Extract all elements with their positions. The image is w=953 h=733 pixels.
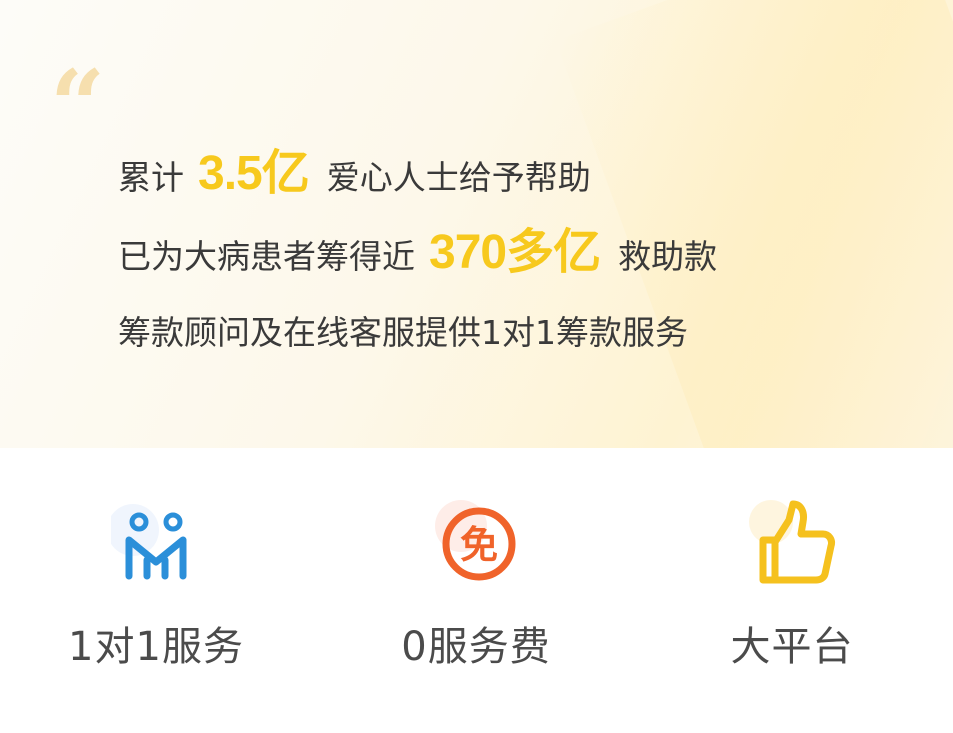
stat-line-service: 筹款顾问及在线客服提供1对1筹款服务 — [118, 306, 688, 354]
feature-zero-fee: 免 0服务费 — [356, 496, 596, 672]
people-icon — [111, 496, 201, 586]
stat-prefix: 已为大病患者筹得近 — [118, 237, 415, 276]
feature-label: 1对1服务 — [68, 624, 244, 670]
stat-highlight-supporters: 3.5亿 — [198, 147, 310, 200]
stat-highlight-funds: 370多亿 — [429, 226, 601, 279]
stat-prefix: 累计 — [118, 158, 184, 197]
promo-card: “ 累计 3.5亿 爱心人士给予帮助 已为大病患者筹得近 370多亿 救助款 筹… — [0, 0, 953, 733]
stat-suffix: 救助款 — [618, 237, 718, 276]
service-text: 筹款顾问及在线客服提供1对1筹款服务 — [118, 313, 688, 352]
thumbs-up-icon — [747, 496, 837, 586]
feature-one-on-one: 1对1服务 — [36, 496, 276, 672]
stat-line-funds: 已为大病患者筹得近 370多亿 救助款 — [118, 212, 717, 282]
feature-big-platform: 大平台 — [672, 496, 912, 672]
feature-label: 大平台 — [730, 624, 854, 670]
free-icon: 免 — [431, 496, 521, 586]
features-panel: 1对1服务 免 0服务费 大平台 — [0, 448, 953, 733]
free-glyph: 免 — [460, 523, 498, 567]
stat-suffix: 爱心人士给予帮助 — [326, 158, 591, 197]
feature-label: 0服务费 — [401, 624, 551, 670]
quote-mark-icon: “ — [50, 49, 106, 162]
stat-line-supporters: 累计 3.5亿 爱心人士给予帮助 — [118, 133, 591, 203]
